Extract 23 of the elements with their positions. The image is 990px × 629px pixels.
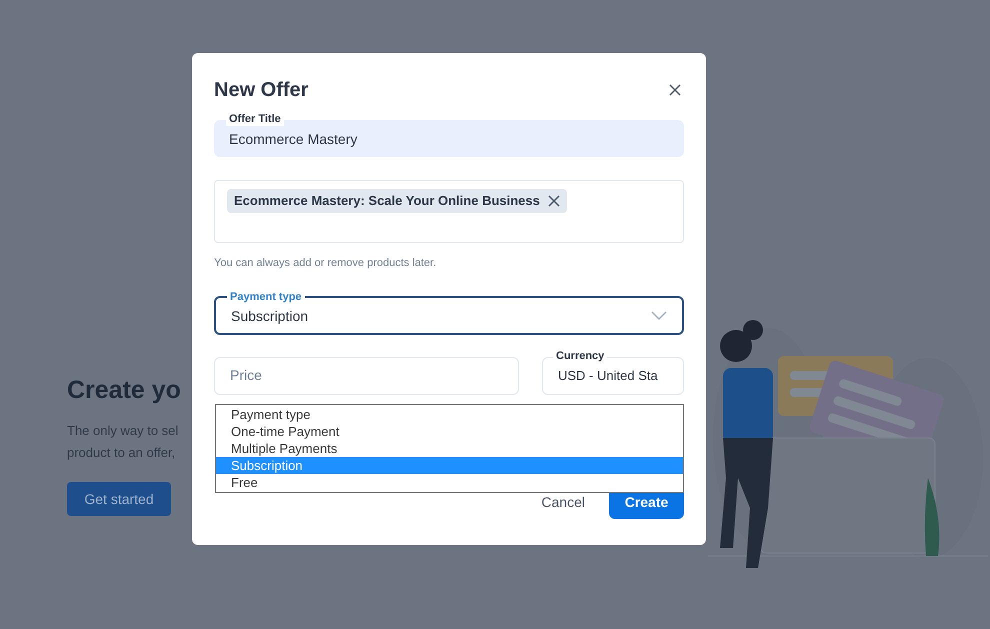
price-placeholder: Price [230, 366, 262, 385]
page-description: product to an offer, [67, 444, 176, 462]
field-label: Offer Title [226, 112, 284, 126]
get-started-button[interactable]: Get started [67, 482, 171, 516]
dropdown-option[interactable]: Multiple Payments [216, 440, 683, 457]
products-field[interactable]: Ecommerce Mastery: Scale Your Online Business [214, 180, 684, 243]
remove-icon[interactable] [548, 195, 560, 207]
cancel-button[interactable]: Cancel [541, 492, 585, 512]
field-value: Ecommerce Mastery [229, 130, 358, 149]
chevron-down-icon [651, 310, 667, 320]
dialog-title: New Offer [214, 78, 308, 103]
page-description: The only way to sel [67, 422, 180, 440]
chip-label: Ecommerce Mastery: Scale Your Online Business [234, 192, 540, 210]
helper-text: You can always add or remove products later. [214, 256, 438, 271]
dropdown-option[interactable]: One-time Payment [216, 423, 683, 440]
field-label: Currency [553, 348, 608, 362]
field-value: Subscription [231, 306, 308, 326]
page-heading: Create yo [67, 375, 181, 406]
dropdown-option[interactable]: Payment type [216, 406, 683, 423]
price-field[interactable]: Price [214, 356, 519, 394]
field-label: Payment type [227, 290, 305, 304]
close-icon[interactable] [668, 83, 682, 97]
field-value: USD - United Sta [558, 366, 658, 385]
